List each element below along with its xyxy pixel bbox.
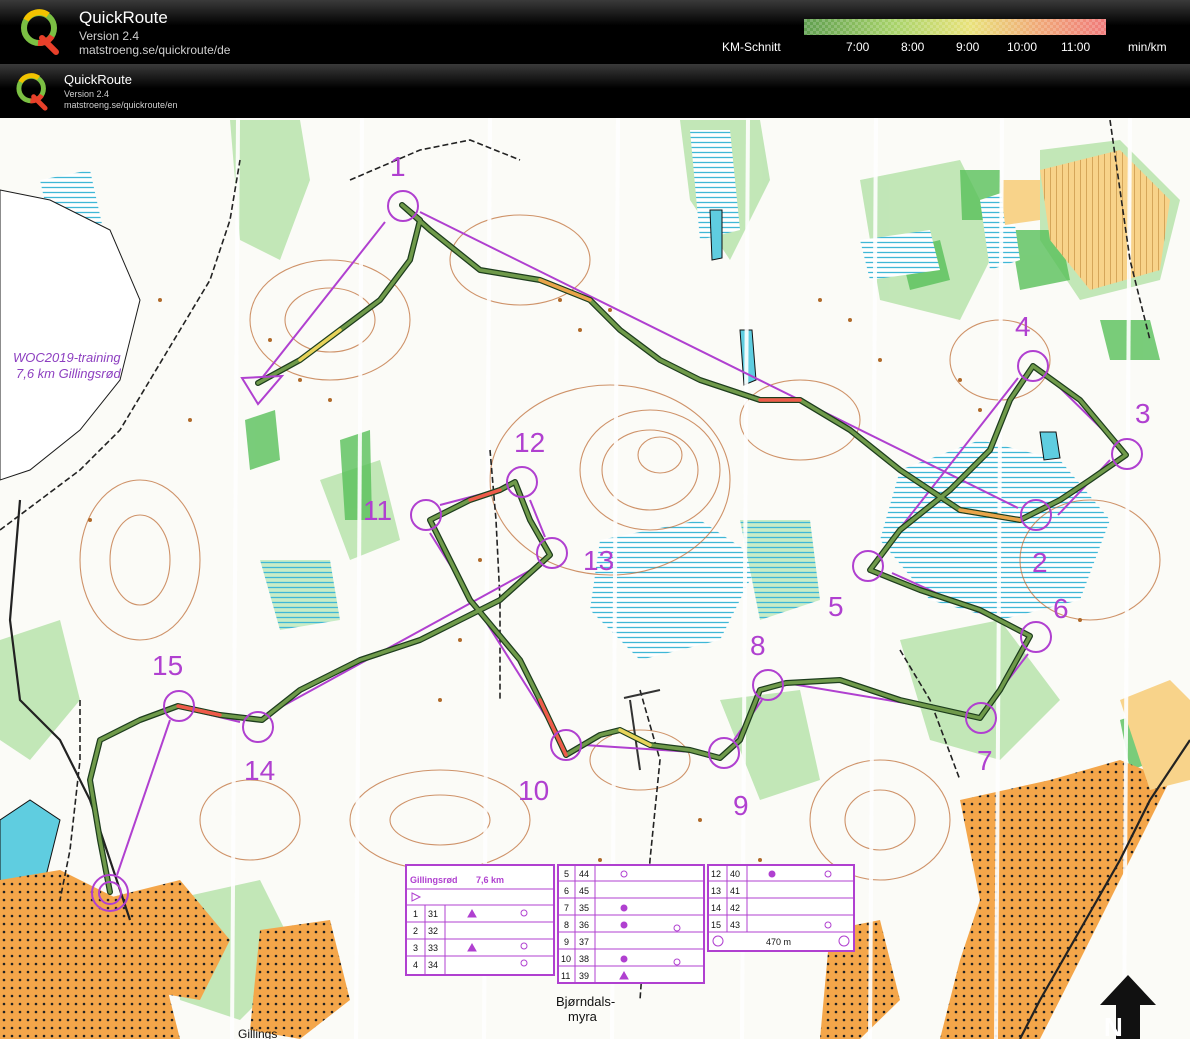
desc-code: 42 (730, 903, 740, 913)
desc-code: 35 (579, 903, 589, 913)
desc-length: 7,6 km (476, 875, 504, 885)
control-number-6: 6 (1053, 593, 1069, 624)
desc-num: 10 (561, 954, 571, 964)
desc-num: 8 (564, 920, 569, 930)
scale-tick-3: 9:00 (956, 40, 980, 54)
control-number-13: 13 (583, 545, 614, 576)
desc-num: 2 (413, 926, 418, 936)
map-title-line2: 7,6 km Gillingsrød (16, 366, 122, 381)
scale-tick-5: 11:00 (1061, 40, 1091, 54)
control-number-7: 7 (977, 745, 993, 776)
place-name-bjorndals: Bjørndals- (556, 994, 615, 1009)
desc-code: 32 (428, 926, 438, 936)
desc-num: 15 (711, 920, 721, 930)
control-number-4: 4 (1015, 311, 1031, 342)
map-title-line1: WOC2019-training (13, 350, 121, 365)
desc-num: 1 (413, 909, 418, 919)
desc-code: 43 (730, 920, 740, 930)
desc-num: 14 (711, 903, 721, 913)
pace-color-scale (804, 19, 1106, 35)
sub-app-name: QuickRoute (64, 72, 132, 87)
control-number-11: 11 (363, 495, 392, 526)
app-version: Version 2.4 (79, 29, 140, 43)
control-number-12: 12 (514, 427, 545, 458)
sub-app-version: Version 2.4 (64, 89, 110, 99)
desc-event-name: Gillingsrød (410, 875, 458, 885)
scale-tick-2: 8:00 (901, 40, 925, 54)
desc-code: 41 (730, 886, 740, 896)
quickroute-logo-icon (21, 9, 59, 55)
place-name-gillings: Gillings (238, 1027, 277, 1039)
control-number-2: 2 (1032, 547, 1048, 578)
desc-num: 7 (564, 903, 569, 913)
top-header-bar: QuickRoute Version 2.4 matstroeng.se/qui… (0, 0, 1190, 64)
control-number-1: 1 (390, 151, 406, 182)
desc-num: 6 (564, 886, 569, 896)
scale-tick-4: 10:00 (1007, 40, 1038, 54)
desc-code: 38 (579, 954, 589, 964)
desc-num: 13 (711, 886, 721, 896)
desc-num: 4 (413, 960, 418, 970)
orienteering-map[interactable]: 1 2 3 4 5 6 7 8 9 10 11 12 13 14 15 WOC2… (0, 118, 1190, 1039)
scale-unit: min/km (1128, 40, 1167, 54)
svg-text:N: N (1104, 1012, 1123, 1039)
desc-num: 5 (564, 869, 569, 879)
control-number-3: 3 (1135, 398, 1151, 429)
scale-tick-1: 7:00 (846, 40, 870, 54)
desc-num: 3 (413, 943, 418, 953)
desc-num: 9 (564, 937, 569, 947)
map-canvas[interactable]: 1 2 3 4 5 6 7 8 9 10 11 12 13 14 15 WOC2… (0, 118, 1190, 1039)
sub-header-bar: QuickRoute Version 2.4 matstroeng.se/qui… (0, 64, 1190, 118)
sub-app-url: matstroeng.se/quickroute/en (64, 100, 178, 110)
control-number-8: 8 (750, 630, 766, 661)
desc-code: 34 (428, 960, 438, 970)
desc-code: 45 (579, 886, 589, 896)
desc-code: 44 (579, 869, 589, 879)
control-number-15: 15 (152, 650, 183, 681)
desc-num: 11 (561, 971, 570, 981)
desc-num: 12 (711, 869, 721, 879)
app-name: QuickRoute (79, 8, 168, 27)
desc-code: 33 (428, 943, 438, 953)
control-number-5: 5 (828, 591, 844, 622)
app-url: matstroeng.se/quickroute/de (79, 43, 231, 57)
desc-code: 40 (730, 869, 740, 879)
desc-code: 39 (579, 971, 589, 981)
control-number-10: 10 (518, 775, 549, 806)
quickroute-logo-small-icon (16, 73, 48, 111)
desc-finish-distance: 470 m (766, 937, 791, 947)
scale-label: KM-Schnitt (722, 40, 781, 54)
desc-code: 31 (428, 909, 438, 919)
desc-code: 37 (579, 937, 589, 947)
desc-code: 36 (579, 920, 589, 930)
control-number-9: 9 (733, 790, 749, 821)
control-number-14: 14 (244, 755, 275, 786)
place-name-myra: myra (568, 1009, 598, 1024)
